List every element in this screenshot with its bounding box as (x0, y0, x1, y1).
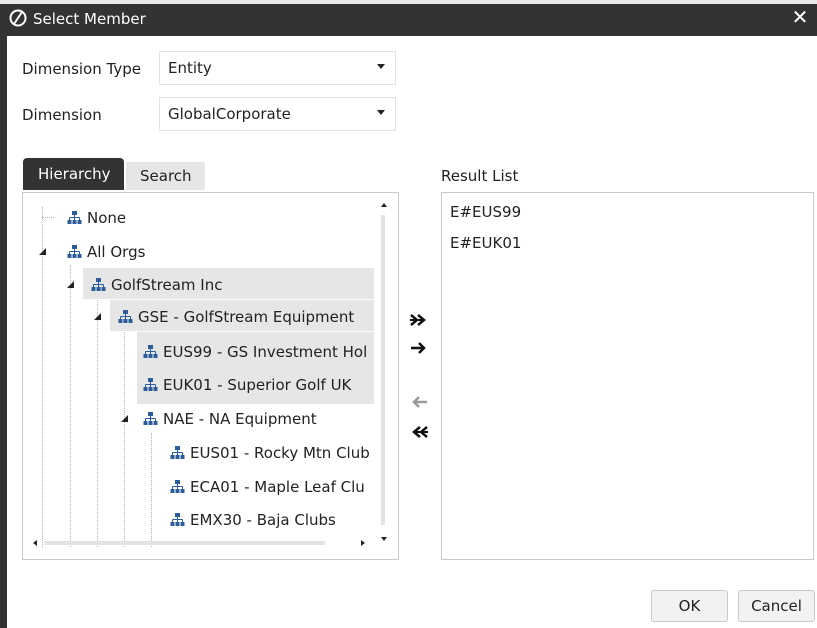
tree-node-label: GSE - GolfStream Equipment (138, 308, 355, 326)
tree-vertical-scrollbar[interactable] (379, 201, 389, 541)
tree-node-label: NAE - NA Equipment (163, 410, 317, 428)
scroll-down-icon[interactable] (381, 537, 387, 541)
tree-node[interactable]: EMX30 - Baja Clubs (170, 511, 336, 533)
window-top-strip (0, 0, 817, 4)
result-list[interactable]: E#EUS99 E#EUK01 (441, 192, 814, 560)
tree-node-label: All Orgs (87, 243, 146, 261)
tree-horizontal-scrollbar[interactable] (31, 539, 371, 549)
tree-guide-line (97, 297, 98, 547)
cancel-button[interactable]: Cancel (738, 590, 815, 622)
app-logo-icon (9, 9, 27, 27)
hierarchy-icon (118, 309, 133, 328)
tree-node-label: EUS99 - GS Investment Hol (163, 343, 368, 361)
tree-guide-line (42, 207, 43, 547)
arrow-left-icon (412, 396, 427, 408)
hierarchy-icon (67, 244, 82, 263)
tree-guide-line (42, 217, 54, 218)
dimension-label: Dimension (22, 106, 102, 124)
scroll-thumb[interactable] (381, 215, 385, 525)
tree-node-label: GolfStream Inc (111, 276, 223, 294)
result-list-item[interactable]: E#EUK01 (450, 234, 521, 252)
tree-expander-icon[interactable] (39, 248, 46, 255)
tree-node-label: EMX30 - Baja Clubs (190, 511, 336, 529)
tree-node[interactable]: EUS01 - Rocky Mtn Club (170, 444, 370, 466)
hierarchy-icon (170, 479, 185, 498)
tab-hierarchy[interactable]: Hierarchy (23, 158, 124, 190)
hierarchy-icon (91, 277, 106, 296)
dimension-type-label: Dimension Type (22, 60, 141, 78)
tree-node[interactable]: ECA01 - Maple Leaf Clu (170, 478, 365, 500)
tree-node-label: None (87, 209, 127, 227)
tree-guide-line (70, 265, 71, 547)
window-title: Select Member (33, 10, 146, 28)
tree-node[interactable]: EUS99 - GS Investment Hol (143, 343, 367, 365)
tree-guide-line (151, 433, 152, 547)
hierarchy-icon (170, 512, 185, 531)
hierarchy-icon (143, 377, 158, 396)
chevron-down-icon (377, 64, 385, 69)
close-icon[interactable]: ✕ (789, 6, 811, 28)
tree-expander-icon[interactable] (94, 313, 101, 320)
scroll-left-icon[interactable] (33, 540, 37, 546)
tree-guide-line (124, 329, 125, 547)
arrow-right-icon (411, 342, 426, 354)
tab-search[interactable]: Search (126, 162, 205, 190)
hierarchy-tree[interactable]: None All Orgs GolfStream Inc GSE - GolfS… (22, 192, 399, 560)
scroll-up-icon[interactable] (381, 203, 387, 207)
ok-button[interactable]: OK (651, 590, 728, 622)
chevron-down-icon (377, 110, 385, 115)
dimension-select[interactable]: GlobalCorporate (159, 97, 396, 131)
title-bar: Select Member ✕ (0, 0, 817, 36)
hierarchy-icon (170, 445, 185, 464)
dimension-value: GlobalCorporate (168, 105, 291, 123)
tree-node-label: EUS01 - Rocky Mtn Club (190, 444, 370, 462)
result-list-item[interactable]: E#EUS99 (450, 203, 521, 221)
add-all-button[interactable] (409, 312, 429, 328)
dimension-type-select[interactable]: Entity (159, 51, 396, 85)
hierarchy-icon (143, 344, 158, 363)
hierarchy-icon (143, 411, 158, 430)
tree-node-label: ECA01 - Maple Leaf Clu (190, 478, 365, 496)
tree-node[interactable]: NAE - NA Equipment (143, 410, 317, 432)
tree-node-label: EUK01 - Superior Golf UK (163, 376, 352, 394)
tree-node[interactable]: EUK01 - Superior Golf UK (143, 376, 351, 398)
tree-expander-icon[interactable] (67, 281, 74, 288)
tree-node[interactable]: None (67, 209, 126, 231)
add-button[interactable] (409, 340, 429, 356)
dimension-type-value: Entity (168, 59, 212, 77)
double-arrow-right-icon (410, 314, 426, 326)
result-list-label: Result List (441, 167, 519, 185)
tree-node[interactable]: All Orgs (67, 243, 145, 265)
tree-expander-icon[interactable] (121, 415, 128, 422)
double-arrow-left-icon (412, 426, 428, 438)
scroll-thumb[interactable] (45, 541, 325, 545)
remove-button[interactable] (409, 394, 429, 410)
tree-node[interactable]: GSE - GolfStream Equipment (118, 308, 354, 330)
hierarchy-icon (67, 210, 82, 229)
scroll-right-icon[interactable] (361, 540, 365, 546)
tree-node[interactable]: GolfStream Inc (91, 276, 222, 298)
remove-all-button[interactable] (409, 424, 429, 440)
window-frame-left (0, 36, 7, 628)
